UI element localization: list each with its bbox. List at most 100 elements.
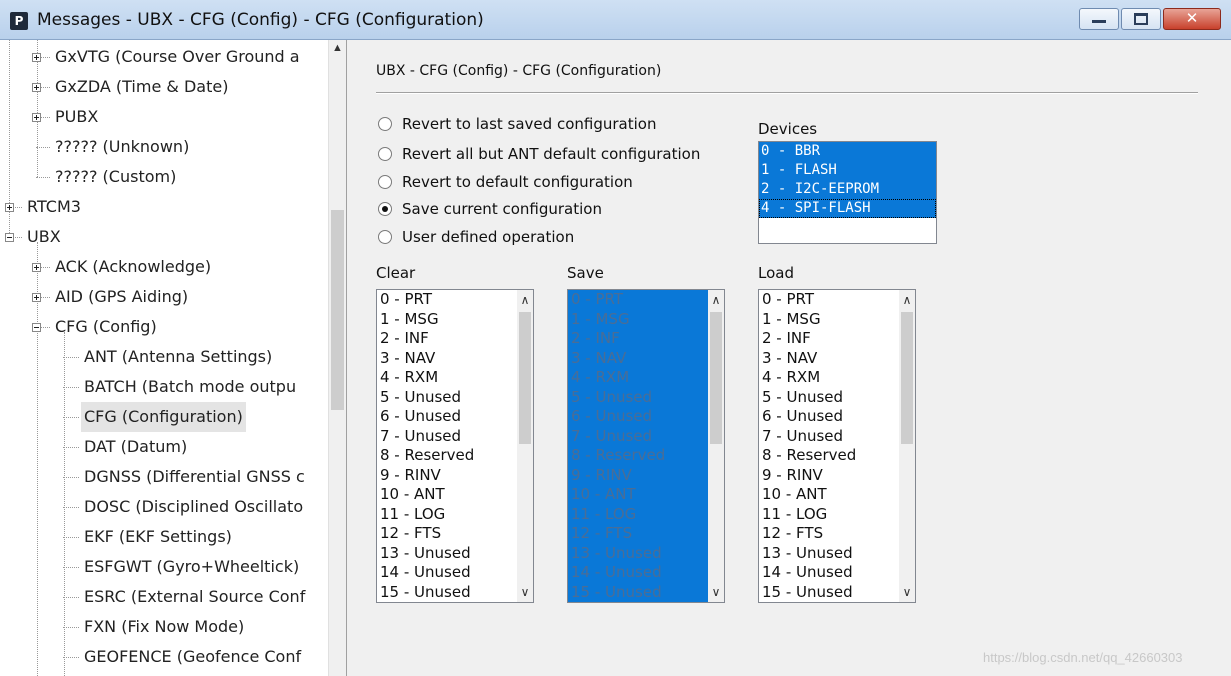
- tree-item[interactable]: GxVTG (Course Over Ground a: [0, 42, 328, 72]
- list-item[interactable]: 13 - Unused: [759, 544, 901, 564]
- collapse-icon[interactable]: [32, 323, 41, 332]
- tree-item[interactable]: ESFGWT (Gyro+Wheeltick): [0, 552, 328, 582]
- chevron-up-icon[interactable]: ∧: [517, 293, 533, 307]
- list-item[interactable]: 14 - Unused: [377, 563, 519, 583]
- close-button[interactable]: ✕: [1163, 8, 1221, 30]
- list-item[interactable]: 8 - Reserved: [377, 446, 519, 466]
- list-item[interactable]: 12 - FTS: [568, 524, 710, 544]
- list-item[interactable]: 3 - NAV: [759, 349, 901, 369]
- scroll-thumb[interactable]: [519, 312, 531, 444]
- expand-icon[interactable]: [32, 113, 41, 122]
- device-item[interactable]: 0 - BBR: [759, 142, 936, 161]
- option-revert-all-but-ant[interactable]: Revert all but ANT default configuration: [378, 144, 700, 164]
- list-item[interactable]: 4 - RXM: [568, 368, 710, 388]
- radio-icon[interactable]: [378, 229, 392, 244]
- list-item[interactable]: 5 - Unused: [759, 388, 901, 408]
- list-item[interactable]: 9 - RINV: [759, 466, 901, 486]
- scroll-thumb[interactable]: [331, 210, 344, 410]
- radio-icon[interactable]: [378, 146, 392, 161]
- scroll-thumb[interactable]: [710, 312, 722, 444]
- tree-item[interactable]: ESRC (External Source Conf: [0, 582, 328, 612]
- splitter[interactable]: [346, 40, 360, 676]
- maximize-button[interactable]: [1121, 8, 1161, 30]
- tree-item[interactable]: EKF (EKF Settings): [0, 522, 328, 552]
- list-item[interactable]: 8 - Reserved: [568, 446, 710, 466]
- list-item[interactable]: 9 - RINV: [377, 466, 519, 486]
- list-item[interactable]: 6 - Unused: [759, 407, 901, 427]
- collapse-icon[interactable]: [5, 233, 14, 242]
- list-item[interactable]: 1 - MSG: [568, 310, 710, 330]
- expand-icon[interactable]: [32, 263, 41, 272]
- list-item[interactable]: 12 - FTS: [377, 524, 519, 544]
- list-scrollbar[interactable]: ∧ ∨: [899, 290, 915, 602]
- device-item[interactable]: 2 - I2C-EEPROM: [759, 180, 936, 199]
- list-item[interactable]: 0 - PRT: [568, 290, 710, 310]
- list-item[interactable]: 10 - ANT: [759, 485, 901, 505]
- option-revert-default[interactable]: Revert to default configuration: [378, 172, 633, 192]
- list-item[interactable]: 10 - ANT: [377, 485, 519, 505]
- tree-item[interactable]: DAT (Datum): [0, 432, 328, 462]
- chevron-down-icon[interactable]: ∨: [517, 585, 533, 599]
- list-item[interactable]: 4 - RXM: [759, 368, 901, 388]
- list-item[interactable]: 2 - INF: [568, 329, 710, 349]
- tree-item[interactable]: ????? (Unknown): [0, 132, 328, 162]
- list-item[interactable]: 0 - PRT: [377, 290, 519, 310]
- tree-item[interactable]: GxZDA (Time & Date): [0, 72, 328, 102]
- list-item[interactable]: 6 - Unused: [568, 407, 710, 427]
- list-scrollbar[interactable]: ∧ ∨: [708, 290, 724, 602]
- tree-item[interactable]: DOSC (Disciplined Oscillato: [0, 492, 328, 522]
- list-item[interactable]: 6 - Unused: [377, 407, 519, 427]
- chevron-down-icon[interactable]: ∨: [899, 585, 915, 599]
- radio-icon[interactable]: [378, 116, 392, 131]
- list-item[interactable]: 3 - NAV: [568, 349, 710, 369]
- option-revert-saved[interactable]: Revert to last saved configuration: [378, 114, 656, 134]
- option-user-defined[interactable]: User defined operation: [378, 227, 574, 247]
- list-item[interactable]: 3 - NAV: [377, 349, 519, 369]
- radio-checked-icon[interactable]: [378, 201, 392, 216]
- tree-item[interactable]: AID (GPS Aiding): [0, 282, 328, 312]
- chevron-down-icon[interactable]: ∨: [708, 585, 724, 599]
- scroll-up-icon[interactable]: ▲: [329, 42, 346, 54]
- chevron-up-icon[interactable]: ∧: [899, 293, 915, 307]
- list-item[interactable]: 8 - Reserved: [759, 446, 901, 466]
- list-item[interactable]: 11 - LOG: [759, 505, 901, 525]
- list-item[interactable]: 1 - MSG: [759, 310, 901, 330]
- list-item[interactable]: 2 - INF: [759, 329, 901, 349]
- tree-item[interactable]: CFG (Configuration): [0, 402, 328, 432]
- list-item[interactable]: 14 - Unused: [759, 563, 901, 583]
- tree-item[interactable]: BATCH (Batch mode outpu: [0, 372, 328, 402]
- list-item[interactable]: 1 - MSG: [377, 310, 519, 330]
- devices-list[interactable]: 0 - BBR 1 - FLASH 2 - I2C-EEPROM 4 - SPI…: [758, 141, 937, 244]
- expand-icon[interactable]: [32, 293, 41, 302]
- tree-item[interactable]: DGNSS (Differential GNSS c: [0, 462, 328, 492]
- list-item[interactable]: 7 - Unused: [377, 427, 519, 447]
- expand-icon[interactable]: [32, 83, 41, 92]
- clear-list[interactable]: 0 - PRT 1 - MSG 2 - INF 3 - NAV 4 - RXM 5 - U…: [376, 289, 534, 603]
- list-item[interactable]: 15 - Unused: [377, 583, 519, 603]
- scroll-thumb[interactable]: [901, 312, 913, 444]
- radio-icon[interactable]: [378, 174, 392, 189]
- list-item[interactable]: 4 - RXM: [377, 368, 519, 388]
- device-item[interactable]: 4 - SPI-FLASH: [759, 199, 936, 218]
- list-item[interactable]: 7 - Unused: [759, 427, 901, 447]
- list-item[interactable]: 9 - RINV: [568, 466, 710, 486]
- list-item[interactable]: 7 - Unused: [568, 427, 710, 447]
- tree-item[interactable]: ????? (Custom): [0, 162, 328, 192]
- message-tree[interactable]: GxVTG (Course Over Ground a GxZDA (Time &…: [0, 40, 328, 676]
- list-item[interactable]: 11 - LOG: [568, 505, 710, 525]
- tree-item[interactable]: RTCM3: [0, 192, 328, 222]
- list-item[interactable]: 2 - INF: [377, 329, 519, 349]
- tree-item[interactable]: ANT (Antenna Settings): [0, 342, 328, 372]
- tree-item[interactable]: ACK (Acknowledge): [0, 252, 328, 282]
- save-list[interactable]: 0 - PRT 1 - MSG 2 - INF 3 - NAV 4 - RXM 5 - U…: [567, 289, 725, 603]
- tree-item[interactable]: PUBX: [0, 102, 328, 132]
- expand-icon[interactable]: [5, 203, 14, 212]
- tree-item[interactable]: UBX: [0, 222, 328, 252]
- list-item[interactable]: 13 - Unused: [377, 544, 519, 564]
- list-item[interactable]: 13 - Unused: [568, 544, 710, 564]
- list-item[interactable]: 0 - PRT: [759, 290, 901, 310]
- tree-scrollbar[interactable]: ▲: [328, 40, 346, 676]
- list-item[interactable]: 14 - Unused: [568, 563, 710, 583]
- tree-item[interactable]: FXN (Fix Now Mode): [0, 612, 328, 642]
- chevron-up-icon[interactable]: ∧: [708, 293, 724, 307]
